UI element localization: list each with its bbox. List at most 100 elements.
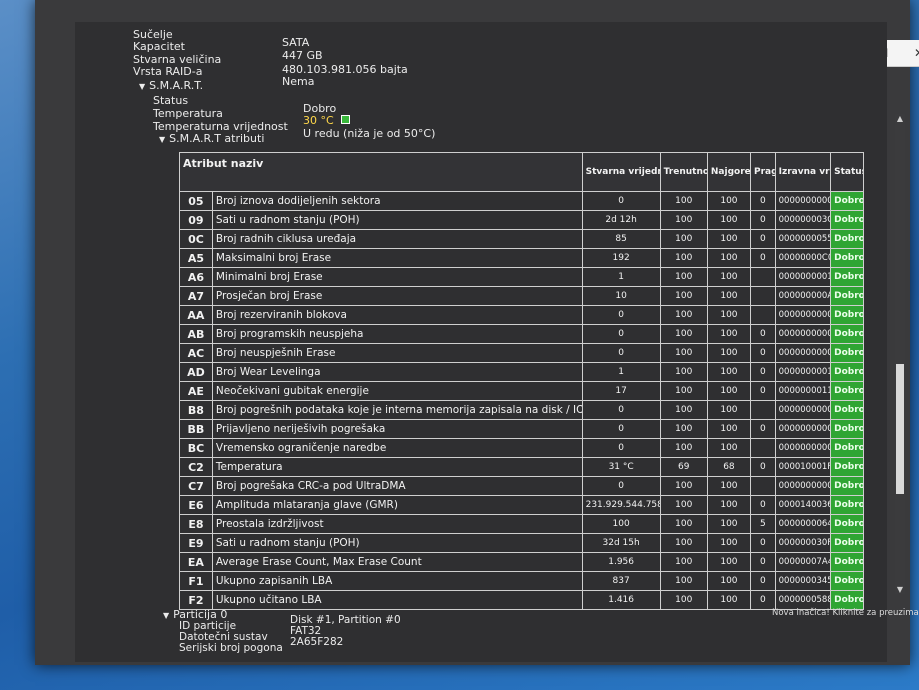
scroll-up-icon[interactable]: ▲ <box>895 114 905 123</box>
worst-value: 100 <box>706 286 752 306</box>
table-row[interactable]: A6 Minimalni broj Erase 1 100 100 0000000001 D… <box>179 267 864 287</box>
worst-value: 100 <box>706 324 752 344</box>
temperature-value-text: 30 °C <box>303 114 334 127</box>
scroll-thumb[interactable] <box>896 364 904 494</box>
table-row[interactable]: BB Prijavljeno neriješivih pogrešaka 0 100 1… <box>179 419 864 439</box>
worst-value: 100 <box>706 362 752 382</box>
table-row[interactable]: F2 Ukupno učitano LBA 1.416 100 100 0 00000005… <box>179 590 864 610</box>
attribute-code: 09 <box>179 210 213 230</box>
real-value: 10 <box>581 286 661 306</box>
table-row[interactable]: E8 Preostala izdržljivost 100 100 100 5 000000… <box>179 514 864 534</box>
table-row[interactable]: AE Neočekivani gubitak energije 17 100 100 0 0… <box>179 381 864 401</box>
table-row[interactable]: AA Broj rezerviranih blokova 0 100 100 000000… <box>179 305 864 325</box>
table-row[interactable]: E6 Amplituda mlataranja glave (GMR) 231.92… <box>179 495 864 515</box>
interface-value: SATA <box>282 36 310 49</box>
current-value: 100 <box>659 210 708 230</box>
worst-value: 100 <box>706 400 752 420</box>
raw-value: 00000007A4 <box>774 552 832 572</box>
header-current[interactable]: Trenutno <box>659 152 708 192</box>
real-value: 85 <box>581 229 661 249</box>
header-attribute-name[interactable]: Atribut naziv <box>179 152 583 192</box>
worst-value: 100 <box>706 552 752 572</box>
raid-label: Vrsta RAID-a <box>133 65 203 78</box>
current-value: 100 <box>659 552 708 572</box>
real-value: 0 <box>581 419 661 439</box>
current-value: 100 <box>659 514 708 534</box>
header-raw-value[interactable]: Izravna vrijednost <box>774 152 832 192</box>
attribute-code: AB <box>179 324 213 344</box>
collapse-arrow-icon: ▼ <box>163 611 170 620</box>
scroll-down-icon[interactable]: ▼ <box>895 585 905 594</box>
attribute-code: EA <box>179 552 213 572</box>
status-badge: Dobro <box>830 305 864 325</box>
raw-value: 0000000345 <box>774 571 832 591</box>
attribute-name: Broj Wear Levelinga <box>211 362 583 382</box>
header-worst[interactable]: Najgore <box>706 152 752 192</box>
real-value: 231.929.544.758 <box>581 495 661 515</box>
raw-value: 00000000C0 <box>774 248 832 268</box>
table-row[interactable]: 05 Broj iznova dodijeljenih sektora 0 100 10… <box>179 191 864 211</box>
status-badge: Dobro <box>830 343 864 363</box>
worst-value: 100 <box>706 210 752 230</box>
worst-value: 100 <box>706 191 752 211</box>
header-status[interactable]: Status <box>830 152 864 192</box>
table-row[interactable]: BC Vremensko ograničenje naredbe 0 100 100 00… <box>179 438 864 458</box>
real-value: 192 <box>581 248 661 268</box>
update-notification-link[interactable]: Nova inačica! Kliknite za preuzimanje... <box>772 608 919 618</box>
real-value: 0 <box>581 324 661 344</box>
raw-value: 0000000588 <box>774 590 832 610</box>
table-row[interactable]: AD Broj Wear Levelinga 1 100 100 0 0000000001 D… <box>179 362 864 382</box>
close-button[interactable]: ✕ <box>909 44 919 62</box>
threshold-value <box>750 305 776 325</box>
attribute-code: BB <box>179 419 213 439</box>
worst-value: 100 <box>706 343 752 363</box>
raw-value: 0000140036 <box>774 495 832 515</box>
threshold-value: 0 <box>750 590 776 610</box>
attribute-code: F2 <box>179 590 213 610</box>
current-value: 100 <box>659 533 708 553</box>
attribute-name: Broj rezerviranih blokova <box>211 305 583 325</box>
table-row[interactable]: F1 Ukupno zapisanih LBA 837 100 100 0 00000003… <box>179 571 864 591</box>
table-row[interactable]: E9 Sati u radnom stanju (POH) 32d 15h 100 10… <box>179 533 864 553</box>
attribute-name: Amplituda mlataranja glave (GMR) <box>211 495 583 515</box>
table-row[interactable]: 09 Sati u radnom stanju (POH) 2d 12h 100 100… <box>179 210 864 230</box>
table-row[interactable]: C7 Broj pogrešaka CRC-a pod UltraDMA 0 100 1… <box>179 476 864 496</box>
temperature-label: Temperatura <box>153 107 223 120</box>
smart-attributes-toggle[interactable]: ▼ S.M.A.R.T atributi <box>159 132 264 145</box>
attribute-name: Broj programskih neuspjeha <box>211 324 583 344</box>
attribute-code: A6 <box>179 267 213 287</box>
table-row[interactable]: A5 Maksimalni broj Erase 192 100 100 0 0000000… <box>179 248 864 268</box>
header-threshold[interactable]: Prag <box>750 152 776 192</box>
attribute-name: Temperatura <box>211 457 583 477</box>
temperature-ok-icon <box>341 115 351 124</box>
attribute-name: Prosječan broj Erase <box>211 286 583 306</box>
table-row[interactable]: AB Broj programskih neuspjeha 0 100 100 0 0000… <box>179 324 864 344</box>
current-value: 100 <box>659 400 708 420</box>
table-row[interactable]: 0C Broj radnih ciklusa uređaja 85 100 100 0 00… <box>179 229 864 249</box>
threshold-value: 0 <box>750 362 776 382</box>
attribute-name: Prijavljeno neriješivih pogrešaka <box>211 419 583 439</box>
current-value: 100 <box>659 381 708 401</box>
smart-attributes-label: S.M.A.R.T atributi <box>169 132 265 145</box>
attribute-name: Broj pogrešaka CRC-a pod UltraDMA <box>211 476 583 496</box>
table-row[interactable]: B8 Broj pogrešnih podataka koje je intern… <box>179 400 864 420</box>
table-row[interactable]: C2 Temperatura 31 °C 69 68 0 000010001F Dobro <box>179 457 864 477</box>
attribute-name: Sati u radnom stanju (POH) <box>211 533 583 553</box>
worst-value: 100 <box>706 381 752 401</box>
status-badge: Dobro <box>830 419 864 439</box>
attribute-code: A5 <box>179 248 213 268</box>
main-panel: Sučelje SATA Kapacitet 447 GB Stvarna ve… <box>75 22 919 662</box>
table-row[interactable]: A7 Prosječan broj Erase 10 100 100 000000000A… <box>179 286 864 306</box>
table-row[interactable]: EA Average Erase Count, Max Erase Count 1.… <box>179 552 864 572</box>
real-value: 17 <box>581 381 661 401</box>
current-value: 100 <box>659 571 708 591</box>
header-real-value[interactable]: Stvarna vrijednost <box>581 152 661 192</box>
table-row[interactable]: AC Broj neuspješnih Erase 0 100 100 0 00000000… <box>179 343 864 363</box>
vertical-scrollbar[interactable]: ▲ ▼ <box>895 114 905 594</box>
attribute-code: AA <box>179 305 213 325</box>
status-badge: Dobro <box>830 590 864 610</box>
smart-section-toggle[interactable]: ▼ S.M.A.R.T. <box>139 79 203 92</box>
attribute-name: Sati u radnom stanju (POH) <box>211 210 583 230</box>
real-value: 1 <box>581 267 661 287</box>
threshold-value <box>750 438 776 458</box>
